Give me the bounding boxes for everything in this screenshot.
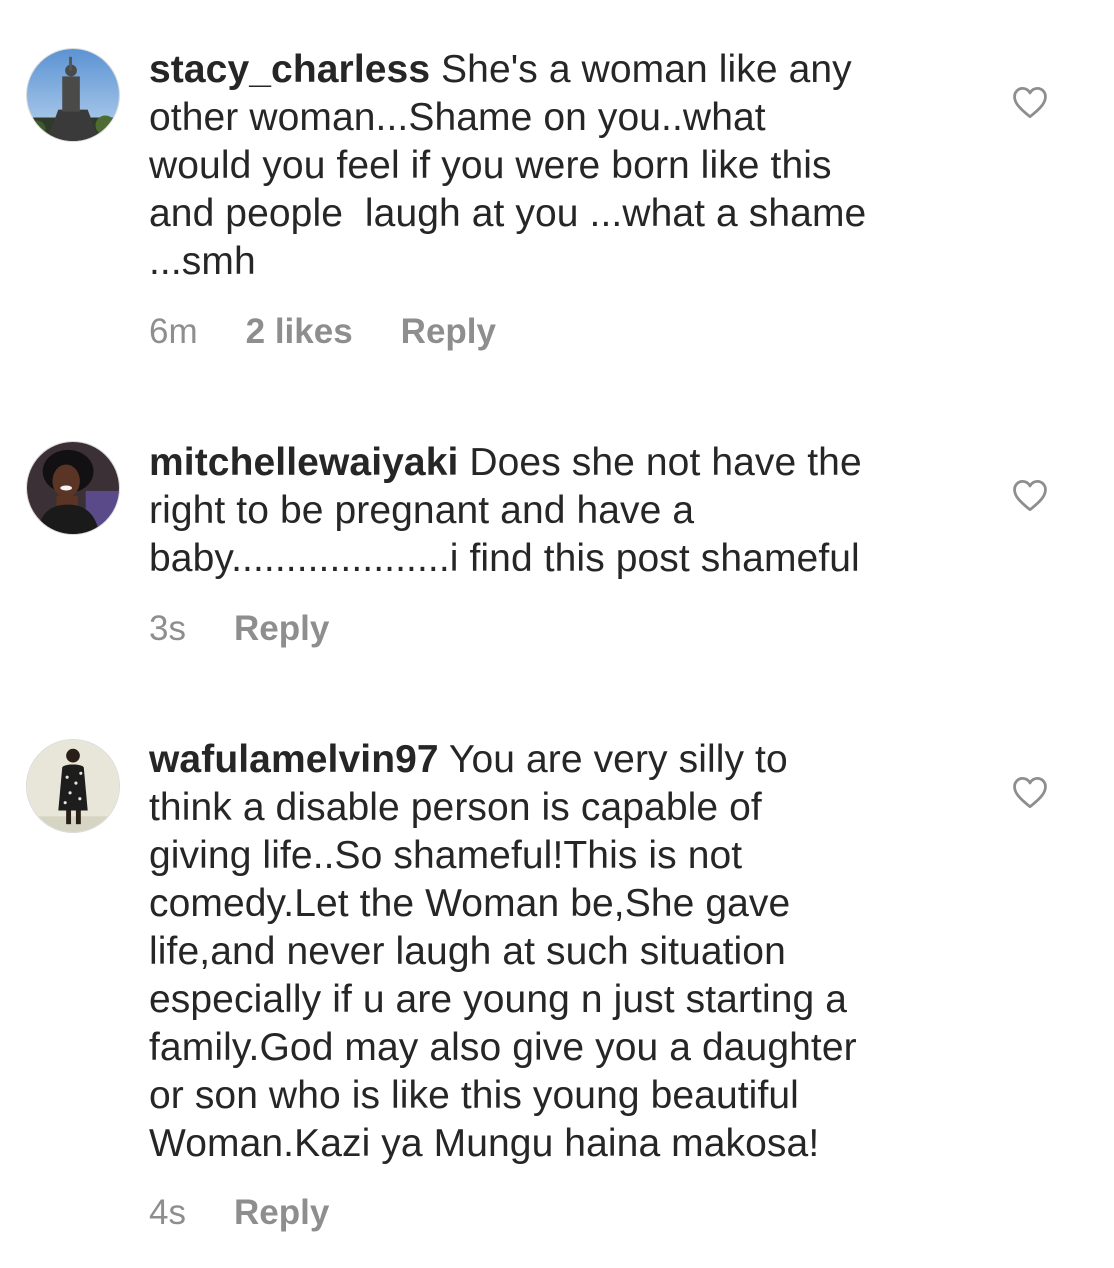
comment-text-line: life,and never laugh at such situation: [149, 930, 786, 973]
likes-count-link[interactable]: 2 likes: [246, 312, 353, 352]
comment-text: wafulamelvin97 You are very silly to thi…: [149, 736, 949, 1168]
comment-text-line: other woman...Shame on you..what: [149, 96, 766, 139]
heart-outline-icon[interactable]: [1011, 478, 1049, 512]
comment-username[interactable]: wafulamelvin97: [149, 738, 439, 781]
comment-text-line: or son who is like this young beautiful: [149, 1074, 799, 1117]
comment-text-line: She's a woman like any: [430, 48, 852, 91]
comment-text-line: family.God may also give you a daughter: [149, 1026, 857, 1069]
person-standing-avatar-icon: [27, 740, 119, 832]
user-avatar[interactable]: [26, 48, 120, 142]
reply-button[interactable]: Reply: [234, 609, 329, 649]
comment-text-line: right to be pregnant and have a: [149, 489, 695, 532]
comment-text-line: especially if u are young n just startin…: [149, 978, 848, 1021]
comment-text-line: would you feel if you were born like thi…: [149, 144, 832, 187]
comment-username[interactable]: mitchellewaiyaki: [149, 441, 458, 484]
comment-timestamp: 3s: [149, 609, 186, 648]
comment-text-line: You are very silly to: [438, 738, 788, 781]
reply-button[interactable]: Reply: [234, 1193, 329, 1233]
comment-text-line: baby....................i find this post…: [149, 537, 860, 580]
comment-text: stacy_charless She's a woman like any ot…: [149, 46, 949, 286]
comment-text-line: and people laugh at you ...what a shame: [149, 192, 867, 235]
comment-text-line: giving life..So shameful!This is not: [149, 834, 743, 877]
comment-text: mitchellewaiyaki Does she not have the r…: [149, 439, 949, 583]
comment-text-line: ...smh: [149, 240, 256, 283]
comment-meta: 3s Reply: [149, 609, 377, 649]
comment-timestamp: 6m: [149, 312, 198, 351]
heart-outline-icon[interactable]: [1011, 775, 1049, 809]
comment-text-line: think a disable person is capable of: [149, 786, 762, 829]
user-avatar[interactable]: [26, 739, 120, 833]
comment-text-line: Does she not have the: [458, 441, 862, 484]
comment-username[interactable]: stacy_charless: [149, 48, 430, 91]
comment-meta: 4s Reply: [149, 1193, 377, 1233]
comment-meta: 6m 2 likes Reply: [149, 312, 544, 352]
statue-photo-avatar-icon: [27, 49, 119, 141]
heart-outline-icon[interactable]: [1011, 85, 1049, 119]
comment-timestamp: 4s: [149, 1193, 186, 1232]
comment-text-line: Woman.Kazi ya Mungu haina makosa!: [149, 1122, 820, 1165]
woman-portrait-avatar-icon: [27, 442, 119, 534]
reply-button[interactable]: Reply: [401, 312, 496, 352]
comment-text-line: comedy.Let the Woman be,She gave: [149, 882, 791, 925]
user-avatar[interactable]: [26, 441, 120, 535]
